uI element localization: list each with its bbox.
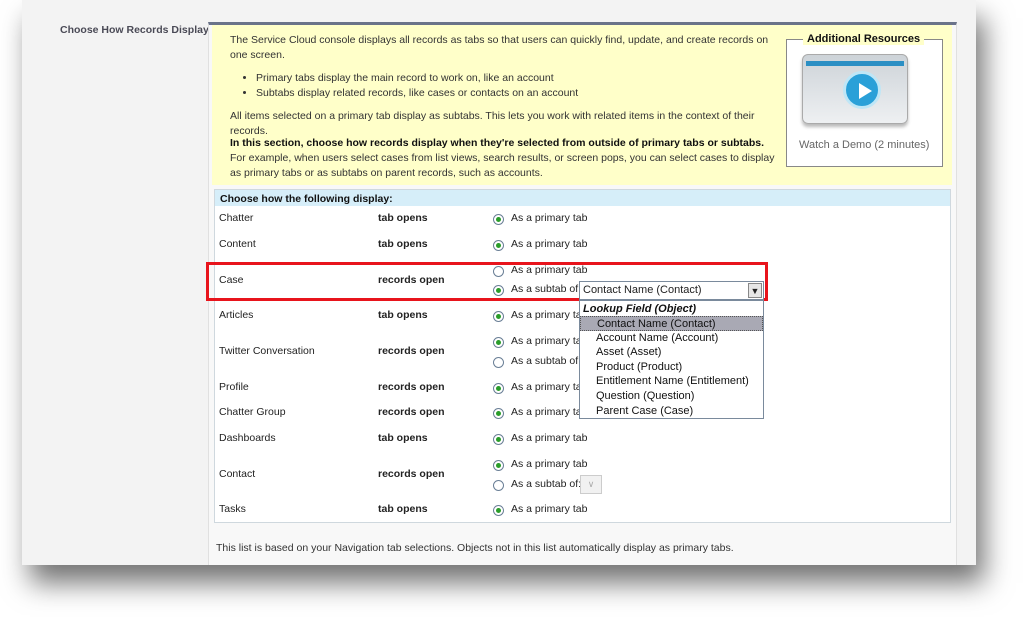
intro-bold: In this section, choose how records disp… — [230, 137, 765, 149]
primary-tab-label: As a primary tab — [511, 309, 588, 321]
row-name: Twitter Conversation — [219, 345, 315, 357]
primary-tab-label: As a primary tab — [511, 212, 588, 224]
intro-bullets: Primary tabs display the main record to … — [256, 71, 578, 101]
bullet: Subtabs display related records, like ca… — [256, 86, 578, 101]
subtab-tab-radio[interactable] — [493, 480, 504, 491]
row-action: records open — [378, 381, 445, 393]
chevron-down-icon[interactable]: ▼ — [748, 283, 762, 298]
primary-tab-radio[interactable] — [493, 337, 504, 348]
primary-tab-label: As a primary tab — [511, 335, 588, 347]
additional-resources: Additional Resources Watch a Demo (2 min… — [786, 33, 943, 167]
dropdown-option[interactable]: Account Name (Account) — [580, 331, 763, 346]
primary-tab-label: As a primary tab — [511, 503, 588, 515]
dropdown-option[interactable]: Product (Product) — [580, 360, 763, 375]
primary-tab-radio[interactable] — [493, 408, 504, 419]
primary-tab-radio[interactable] — [493, 383, 504, 394]
dropdown-group-label: Lookup Field (Object) — [583, 303, 697, 315]
row-name: Tasks — [219, 503, 246, 515]
dropdown-option[interactable]: Asset (Asset) — [580, 345, 763, 360]
table-header: Choose how the following display: — [215, 190, 950, 206]
row-action: tab opens — [378, 309, 428, 321]
row-name: Contact — [219, 468, 256, 480]
row-name: Articles — [219, 309, 254, 321]
dropdown-option[interactable]: Entitlement Name (Entitlement) — [580, 374, 763, 389]
resources-title: Additional Resources — [803, 33, 925, 45]
primary-tab-radio[interactable] — [493, 214, 504, 225]
primary-tab-radio[interactable] — [493, 240, 504, 251]
row-name: Chatter Group — [219, 406, 286, 418]
row-name: Dashboards — [219, 432, 276, 444]
lookup-dropdown-list[interactable]: Lookup Field (Object) Contact Name (Cont… — [579, 300, 764, 419]
watch-demo-link[interactable]: Watch a Demo (2 minutes) — [799, 139, 929, 151]
contact-subtab-select[interactable]: ∨ — [580, 475, 602, 494]
dropdown-option[interactable]: Question (Question) — [580, 389, 763, 404]
subtab-tab-label: As a subtab of: — [511, 355, 582, 367]
row-action: records open — [378, 345, 445, 357]
row-action: records open — [378, 468, 445, 480]
intro-rest: For example, when users select cases fro… — [230, 152, 775, 179]
primary-tab-label: As a primary tab — [511, 406, 588, 418]
primary-tab-label: As a primary tab — [511, 381, 588, 393]
bullet: Primary tabs display the main record to … — [256, 71, 578, 86]
chevron-down-icon: ∨ — [587, 479, 595, 489]
intro-box: The Service Cloud console displays all r… — [212, 25, 952, 185]
intro-text: The Service Cloud console displays all r… — [230, 34, 769, 61]
subtab-tab-label: As a subtab of: — [511, 478, 582, 490]
primary-tab-label: As a primary tab — [511, 238, 588, 250]
row-action: tab opens — [378, 238, 428, 250]
primary-tab-radio[interactable] — [493, 505, 504, 516]
row-action: tab opens — [378, 432, 428, 444]
demo-thumbnail[interactable] — [802, 54, 908, 124]
row-name: Profile — [219, 381, 249, 393]
primary-tab-radio[interactable] — [493, 460, 504, 471]
primary-tab-radio[interactable] — [493, 434, 504, 445]
intro-text-2: All items selected on a primary tab disp… — [230, 110, 755, 137]
dropdown-option[interactable]: Parent Case (Case) — [580, 404, 763, 419]
play-video-icon[interactable] — [843, 71, 881, 109]
case-subtab-select[interactable]: Contact Name (Contact) ▼ — [579, 281, 764, 300]
primary-tab-radio[interactable] — [493, 311, 504, 322]
dropdown-option[interactable]: Contact Name (Contact) — [580, 316, 763, 331]
row-action: tab opens — [378, 503, 428, 515]
subtab-tab-radio[interactable] — [493, 357, 504, 368]
row-name: Content — [219, 238, 256, 250]
section-label: Choose How Records Display — [60, 24, 209, 36]
primary-tab-label: As a primary tab — [511, 458, 588, 470]
row-action: tab opens — [378, 212, 428, 224]
footer-note: This list is based on your Navigation ta… — [216, 542, 734, 554]
primary-tab-label: As a primary tab — [511, 432, 588, 444]
row-name: Chatter — [219, 212, 254, 224]
intro-text-3: In this section, choose how records disp… — [230, 136, 775, 181]
row-action: records open — [378, 406, 445, 418]
select-value: Contact Name (Contact) — [583, 284, 702, 296]
